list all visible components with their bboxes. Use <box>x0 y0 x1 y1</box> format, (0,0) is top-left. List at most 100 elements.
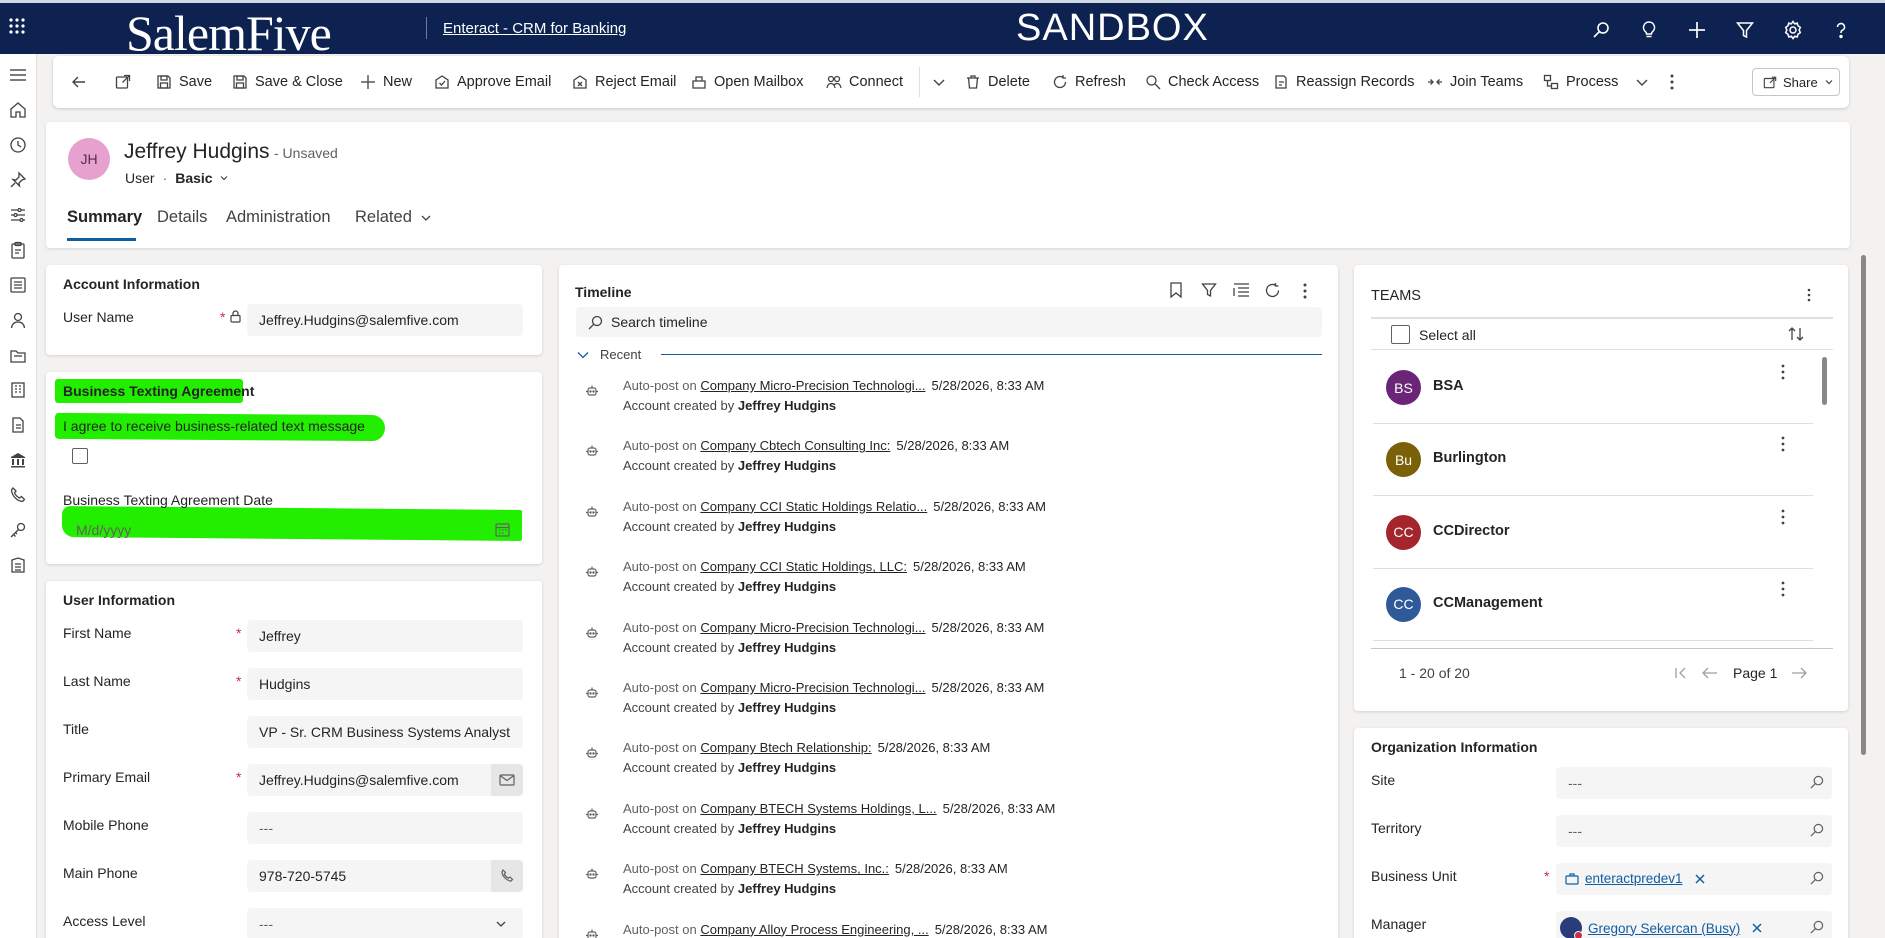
business-unit-tag[interactable]: enteractpredev1 <box>1565 871 1705 886</box>
form-selector[interactable]: Basic <box>175 170 228 186</box>
open-mailbox-button[interactable]: Open Mailbox <box>691 56 803 108</box>
territory-lookup[interactable]: --- <box>1556 815 1832 847</box>
next-page-icon[interactable] <box>1791 666 1807 680</box>
team-row[interactable]: Bu Burlington <box>1373 424 1813 497</box>
building-icon[interactable] <box>7 379 29 401</box>
timeline-item-link[interactable]: Company Alloy Process Engineering, ... <box>700 922 928 937</box>
select-all-checkbox[interactable] <box>1391 325 1410 344</box>
site-lookup[interactable]: --- <box>1556 767 1832 799</box>
open-new-window-button[interactable] <box>115 56 131 108</box>
more-options-icon[interactable] <box>1781 436 1785 452</box>
timeline-item[interactable]: Auto-post on Company Cbtech Consulting I… <box>585 438 1325 498</box>
timeline-item[interactable]: Auto-post on Company Alloy Process Engin… <box>585 922 1325 938</box>
refresh-button[interactable]: Refresh <box>1052 56 1126 108</box>
app-launcher-icon[interactable] <box>8 17 26 35</box>
send-email-button[interactable] <box>491 764 523 796</box>
main-phone-field[interactable]: 978-720-5745 <box>247 860 491 892</box>
search-icon[interactable] <box>1810 823 1824 837</box>
refresh-icon[interactable] <box>1264 282 1281 299</box>
timeline-item-link[interactable]: Company Btech Relationship: <box>700 740 871 755</box>
sort-list-icon[interactable] <box>1233 282 1250 298</box>
new-button[interactable]: New <box>360 56 412 108</box>
home-icon[interactable] <box>7 99 29 121</box>
team-row[interactable]: CC CCManagement <box>1373 569 1813 641</box>
key-icon[interactable] <box>7 519 29 541</box>
reassign-records-button[interactable]: Reassign Records <box>1273 56 1414 108</box>
help-icon[interactable] <box>1828 17 1854 43</box>
clipboard-icon[interactable] <box>7 239 29 261</box>
timeline-search[interactable]: Search timeline <box>576 307 1322 337</box>
phone-call-icon[interactable] <box>7 484 29 506</box>
timeline-item-link[interactable]: Company Cbtech Consulting Inc: <box>700 438 890 453</box>
bank-icon[interactable] <box>7 449 29 471</box>
first-page-icon[interactable] <box>1674 666 1688 680</box>
tab-administration[interactable]: Administration <box>226 208 331 227</box>
mobile-phone-field[interactable]: --- <box>247 812 523 844</box>
user-name-field[interactable]: Jeffrey.Hudgins@salemfive.com <box>247 304 523 336</box>
library-icon[interactable] <box>7 554 29 576</box>
pin-icon[interactable] <box>7 169 29 191</box>
tab-details[interactable]: Details <box>157 208 207 227</box>
report-icon[interactable] <box>7 274 29 296</box>
last-name-field[interactable]: Hudgins <box>247 668 523 700</box>
team-name[interactable]: BSA <box>1433 378 1464 394</box>
filter-icon[interactable] <box>1201 282 1217 298</box>
process-button[interactable]: Process <box>1543 56 1649 108</box>
primary-email-field[interactable]: Jeffrey.Hudgins@salemfive.com <box>247 764 491 796</box>
agreement-date-input[interactable]: M/d/yyyy <box>76 522 131 538</box>
plus-icon[interactable] <box>1684 17 1710 43</box>
access-level-select[interactable]: --- <box>247 908 523 938</box>
recent-icon[interactable] <box>7 134 29 156</box>
bookmark-icon[interactable] <box>1169 282 1183 298</box>
timeline-item[interactable]: Auto-post on Company CCI Static Holdings… <box>585 499 1325 559</box>
business-unit-value[interactable]: enteractpredev1 <box>1585 871 1683 886</box>
app-name-link[interactable]: Enteract - CRM for Banking <box>443 20 626 37</box>
timeline-item-link[interactable]: Company BTECH Systems Holdings, L... <box>700 801 936 816</box>
manager-tag[interactable]: Gregory Sekercan (Busy) <box>1560 917 1762 938</box>
timeline-item[interactable]: Auto-post on Company Micro-Precision Tec… <box>585 378 1325 438</box>
search-icon[interactable] <box>1810 775 1824 789</box>
call-button[interactable] <box>491 860 523 892</box>
timeline-item-link[interactable]: Company Micro-Precision Technologi... <box>700 620 925 635</box>
manager-value[interactable]: Gregory Sekercan (Busy) <box>1588 921 1740 936</box>
contact-icon[interactable] <box>7 309 29 331</box>
tab-summary[interactable]: Summary <box>67 208 142 227</box>
search-icon[interactable] <box>1810 920 1824 934</box>
approve-email-button[interactable]: Approve Email <box>434 56 551 108</box>
delete-button[interactable]: Delete <box>965 56 1030 108</box>
timeline-item[interactable]: Auto-post on Company BTECH Systems Holdi… <box>585 801 1325 861</box>
save-close-button[interactable]: Save & Close <box>232 56 343 108</box>
previous-page-icon[interactable] <box>1702 666 1718 680</box>
folder-icon[interactable] <box>7 344 29 366</box>
timeline-item[interactable]: Auto-post on Company Micro-Precision Tec… <box>585 620 1325 680</box>
chevron-down-icon[interactable] <box>495 918 507 930</box>
agree-checkbox[interactable] <box>72 448 88 464</box>
timeline-item-link[interactable]: Company CCI Static Holdings, LLC: <box>700 559 907 574</box>
connect-button[interactable]: Connect <box>826 56 903 108</box>
back-button[interactable] <box>71 56 87 108</box>
more-options-icon[interactable] <box>1781 364 1785 380</box>
team-row[interactable]: BS BSA <box>1373 352 1813 424</box>
document-icon[interactable] <box>7 414 29 436</box>
timeline-item[interactable]: Auto-post on Company BTECH Systems, Inc.… <box>585 861 1325 921</box>
team-name[interactable]: CCManagement <box>1433 595 1543 611</box>
filter-icon[interactable] <box>1732 17 1758 43</box>
timeline-item-link[interactable]: Company BTECH Systems, Inc.: <box>700 861 889 876</box>
more-options-icon[interactable] <box>1781 509 1785 525</box>
teams-scrollbar[interactable] <box>1822 357 1827 405</box>
more-options-icon[interactable] <box>1781 581 1785 597</box>
search-icon[interactable] <box>1810 871 1824 885</box>
tab-related[interactable]: Related <box>355 208 432 227</box>
reject-email-button[interactable]: Reject Email <box>572 56 676 108</box>
join-teams-button[interactable]: Join Teams <box>1427 56 1523 108</box>
timeline-item-link[interactable]: Company Micro-Precision Technologi... <box>700 378 925 393</box>
timeline-item[interactable]: Auto-post on Company CCI Static Holdings… <box>585 559 1325 619</box>
more-commands-dropdown[interactable] <box>919 67 946 97</box>
sort-icon[interactable] <box>1788 326 1804 342</box>
share-button[interactable]: Share <box>1752 68 1840 96</box>
first-name-field[interactable]: Jeffrey <box>247 620 523 652</box>
search-icon[interactable] <box>1588 17 1614 43</box>
menu-icon[interactable] <box>7 64 29 86</box>
timeline-group-recent[interactable]: Recent <box>576 347 641 362</box>
title-field[interactable]: VP - Sr. CRM Business Systems Analyst <box>247 716 523 748</box>
